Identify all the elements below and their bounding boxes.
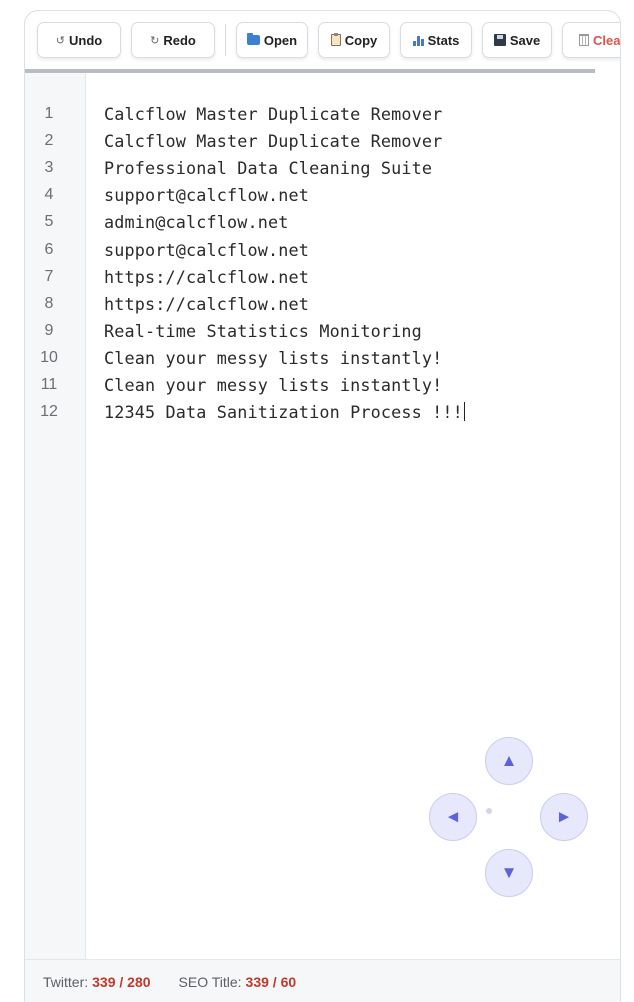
line-number: 7 <box>44 268 54 285</box>
copy-label: Copy <box>344 32 378 48</box>
seo-title-label: SEO Title: <box>178 974 242 990</box>
editor-last-line: 12345 Data Sanitization Process !!! <box>104 402 465 423</box>
line-number: 1 <box>44 105 54 122</box>
line-number: 10 <box>40 349 58 366</box>
seo-title-count: 339 / 60 <box>245 974 297 990</box>
editor-line: Calcflow Master Duplicate Remover <box>104 131 443 151</box>
arrow-left-icon: ◄ <box>444 807 462 826</box>
editor-line: support@calcflow.net <box>104 240 310 260</box>
line-number: 5 <box>44 213 54 230</box>
arrow-down-button[interactable]: ▼ <box>485 849 533 897</box>
floppy-disk-icon <box>493 34 506 46</box>
redo-label: Redo <box>163 32 196 48</box>
line-number: 4 <box>44 186 54 203</box>
line-number: 2 <box>44 132 54 149</box>
arrow-up-icon: ▲ <box>500 751 518 770</box>
line-number: 8 <box>44 295 54 312</box>
editor-line: 12345 Data Sanitization Process !!! <box>104 402 463 422</box>
arrow-down-icon: ▼ <box>500 863 518 882</box>
twitter-count: 339 / 280 <box>92 974 151 990</box>
arrow-right-icon: ► <box>555 807 573 826</box>
editor-line: Calcflow Master Duplicate Remover <box>104 104 443 124</box>
arrow-up-button[interactable]: ▲ <box>485 737 533 785</box>
clear-label: Clea <box>593 32 621 48</box>
save-label: Save <box>509 32 541 48</box>
editor-line: support@calcflow.net <box>104 185 310 205</box>
twitter-label: Twitter: <box>43 974 89 990</box>
editor-line: Real-time Statistics Monitoring <box>104 321 422 341</box>
copy-button[interactable]: Copy <box>318 22 390 58</box>
undo-button[interactable]: ↺ Undo <box>37 22 121 58</box>
seo-title-counter: SEO Title: 339 / 60 <box>179 974 297 990</box>
editor-line: Clean your messy lists instantly! <box>104 348 443 368</box>
bar-chart-icon <box>412 35 424 46</box>
line-number-gutter: 1 2 3 4 5 6 7 8 9 10 11 12 <box>25 73 86 959</box>
undo-label: Undo <box>69 32 103 48</box>
text-cursor <box>463 402 465 421</box>
line-number: 9 <box>44 322 54 339</box>
toolbar-divider <box>225 24 226 56</box>
open-label: Open <box>263 32 298 48</box>
save-button[interactable]: Save <box>482 22 552 58</box>
text-editor[interactable]: Calcflow Master Duplicate Remover Calcfl… <box>104 73 614 959</box>
dpad-center-dot <box>486 808 492 814</box>
status-footer: Twitter: 339 / 280 SEO Title: 339 / 60 <box>25 959 620 1002</box>
arrow-right-button[interactable]: ► <box>540 793 588 841</box>
toolbar: ↺ Undo ↻ Redo Open Copy Stats Save Clea <box>25 11 621 69</box>
editor-panel: ↺ Undo ↻ Redo Open Copy Stats Save Clea <box>24 10 621 1002</box>
editor-line: Clean your messy lists instantly! <box>104 375 443 395</box>
editor-line: admin@calcflow.net <box>104 212 289 232</box>
redo-button[interactable]: ↻ Redo <box>131 22 215 58</box>
stats-label: Stats <box>427 32 460 48</box>
arrow-left-button[interactable]: ◄ <box>429 793 477 841</box>
editor-line: https://calcflow.net <box>104 267 310 287</box>
line-number: 11 <box>40 376 58 393</box>
line-number: 3 <box>44 159 54 176</box>
stats-button[interactable]: Stats <box>400 22 472 58</box>
editor-line: https://calcflow.net <box>104 294 310 314</box>
clear-button[interactable]: Clea <box>562 22 621 58</box>
line-number: 6 <box>44 241 54 258</box>
twitter-counter: Twitter: 339 / 280 <box>43 974 151 990</box>
trash-icon <box>579 34 589 46</box>
redo-icon: ↻ <box>150 34 160 47</box>
line-number: 12 <box>40 403 58 420</box>
open-button[interactable]: Open <box>236 22 308 58</box>
clipboard-icon <box>330 33 341 46</box>
folder-icon <box>246 33 260 45</box>
editor-line: Professional Data Cleaning Suite <box>104 158 433 178</box>
undo-icon: ↺ <box>55 34 65 47</box>
